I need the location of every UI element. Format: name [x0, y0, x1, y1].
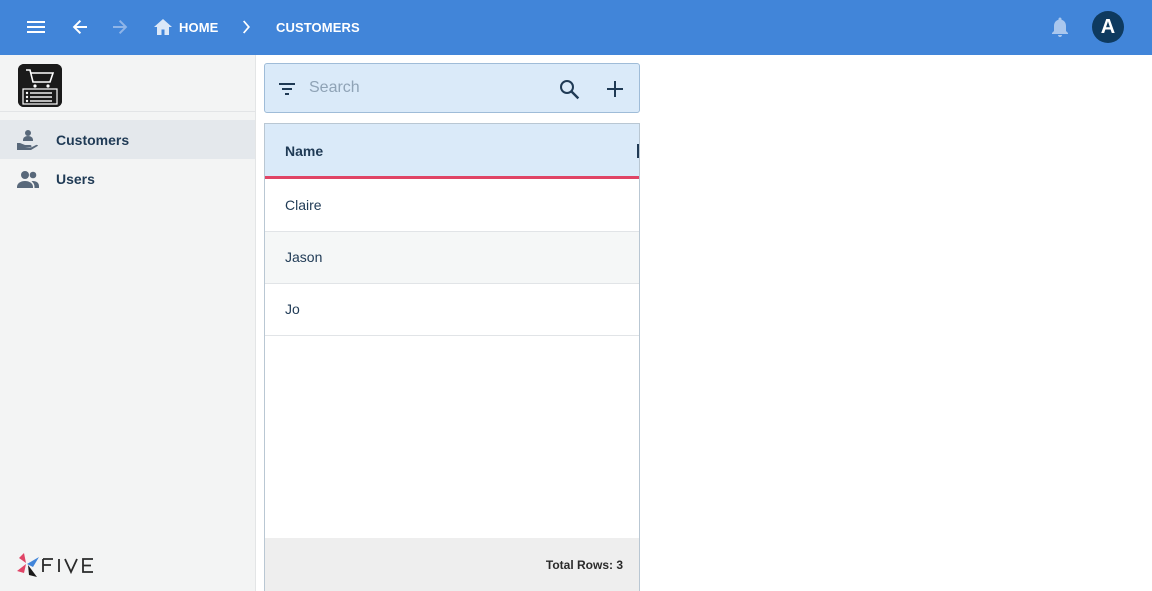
- sidebar: Customers Users: [0, 55, 256, 591]
- sidebar-divider: [0, 111, 256, 112]
- breadcrumb-current: CUSTOMERS: [276, 20, 360, 35]
- breadcrumb-home[interactable]: HOME: [179, 20, 218, 35]
- table-row[interactable]: Claire: [265, 180, 639, 232]
- search-bar: [264, 63, 640, 113]
- add-icon[interactable]: [604, 78, 626, 100]
- menu-icon[interactable]: [23, 14, 49, 40]
- filter-icon[interactable]: [277, 79, 297, 99]
- grid-footer: Total Rows: 3: [265, 538, 639, 591]
- sidebar-item-label: Customers: [56, 132, 130, 148]
- five-brand-logo: [15, 551, 105, 579]
- table-row[interactable]: Jason: [265, 232, 639, 284]
- table-row[interactable]: Jo: [265, 284, 639, 336]
- app-logo-cart-icon: [18, 64, 62, 107]
- column-resize-handle[interactable]: [637, 144, 639, 158]
- name-cell: Jason: [285, 249, 323, 265]
- user-avatar[interactable]: A: [1092, 11, 1124, 43]
- name-cell: Jo: [285, 301, 300, 317]
- total-rows-count: Total Rows: 3: [545, 558, 623, 572]
- top-app-bar: HOME CUSTOMERS A: [0, 0, 1152, 55]
- column-header-name[interactable]: Name: [285, 143, 323, 159]
- forward-arrow-icon[interactable]: [107, 14, 133, 40]
- customer-hand-icon: [16, 129, 40, 151]
- customers-grid: Name Claire Jason Jo Total Rows: 3: [264, 123, 640, 591]
- name-cell: Claire: [285, 197, 322, 213]
- grid-header: Name: [265, 124, 639, 179]
- users-icon: [16, 168, 40, 190]
- sidebar-item-users[interactable]: Users: [0, 159, 255, 198]
- sidebar-item-label: Users: [56, 171, 95, 187]
- search-input[interactable]: [309, 76, 539, 100]
- chevron-right-icon: [233, 14, 259, 40]
- home-icon[interactable]: [150, 14, 176, 40]
- notifications-bell-icon[interactable]: [1047, 14, 1073, 40]
- sidebar-item-customers[interactable]: Customers: [0, 120, 255, 159]
- back-arrow-icon[interactable]: [67, 14, 93, 40]
- search-icon[interactable]: [558, 78, 580, 100]
